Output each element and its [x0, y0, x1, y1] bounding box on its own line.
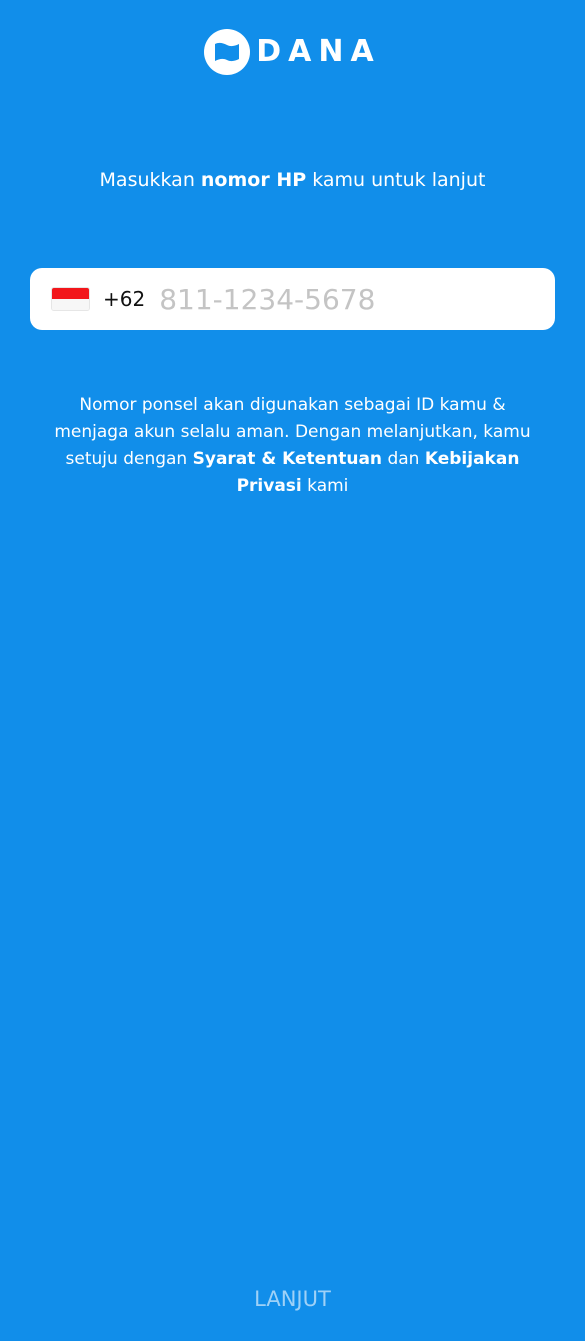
prompt-text-before: Masukkan — [99, 169, 201, 191]
indonesia-flag-icon — [52, 288, 89, 310]
continue-button[interactable]: LANJUT — [0, 1270, 585, 1328]
brand-logo: DANA — [0, 29, 585, 75]
dana-wallet-icon — [204, 29, 251, 75]
prompt-text-after: kamu untuk lanjut — [306, 169, 486, 191]
phone-number-input[interactable] — [159, 282, 500, 316]
notice-text-2: dan — [382, 449, 425, 469]
phone-number-field[interactable]: +62 — [30, 268, 555, 330]
privacy-notice: Nomor ponsel akan digunakan sebagai ID k… — [40, 392, 545, 500]
brand-name: DANA — [256, 34, 381, 69]
terms-link[interactable]: Syarat & Ketentuan — [193, 449, 382, 469]
country-code: +62 — [103, 287, 146, 311]
notice-text-3: kami — [301, 476, 349, 496]
prompt-text-bold: nomor HP — [200, 169, 307, 191]
login-prompt: Masukkan nomor HP kamu untuk lanjut — [0, 166, 585, 194]
